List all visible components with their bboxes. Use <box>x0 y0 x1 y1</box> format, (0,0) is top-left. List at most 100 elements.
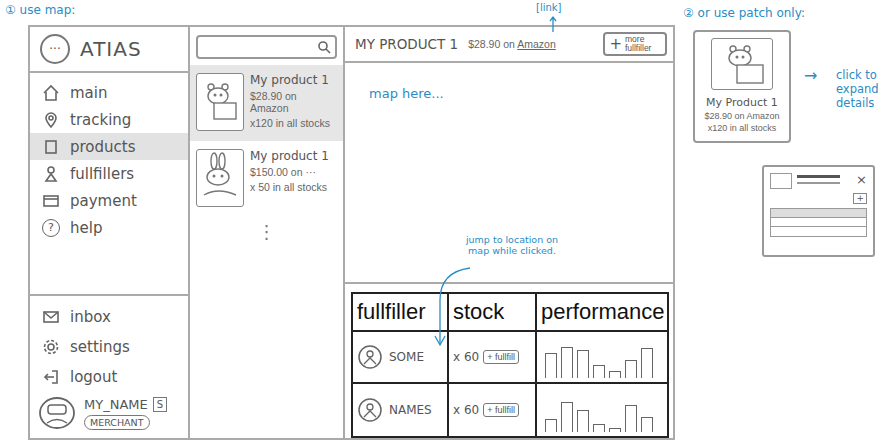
sidebar: ···ATIAS main tracking products fullfillers p… <box>30 27 190 438</box>
fullfiller-avatar-icon <box>357 397 383 423</box>
user-name: MY_NAME <box>84 397 148 412</box>
stock-cell: x 60 + fullfill <box>449 332 537 384</box>
product-stock: x120 in all stocks <box>250 117 337 129</box>
fullfill-button[interactable]: + fullfill <box>483 350 519 364</box>
column-header: performance <box>537 294 669 332</box>
search-icon[interactable] <box>317 40 331 54</box>
more-products: ⋮ <box>190 217 343 242</box>
mail-icon <box>42 308 60 326</box>
performance-chart <box>537 384 669 436</box>
user-info: MY_NAME SMERCHANT <box>84 397 167 430</box>
popup-table-row <box>771 209 866 218</box>
popup-header: × <box>770 173 867 189</box>
popup-image <box>770 173 792 189</box>
detail-header: MY PRODUCT 1$28.90 on Amazon+more fullfi… <box>345 27 673 63</box>
sidebar-item[interactable]: products <box>30 133 188 160</box>
sidebar-item[interactable]: main <box>30 79 188 106</box>
user-name-row: MY_NAME S <box>84 397 167 412</box>
patch-stock: x120 in all stocks <box>708 123 777 133</box>
sidebar-item-label: tracking <box>70 111 131 129</box>
sidebar-item-label: logout <box>70 368 117 386</box>
fullfiller-cell[interactable]: SOME <box>353 332 449 384</box>
fullfiller-cell[interactable]: NAMES <box>353 384 449 436</box>
sidebar-item[interactable]: ? help <box>30 214 188 241</box>
performance-bar <box>609 371 621 378</box>
search-field[interactable] <box>196 35 337 59</box>
product-stock: x 50 in all stocks <box>250 181 329 193</box>
fullfiller-name: SOME <box>389 350 424 364</box>
logo[interactable]: ···ATIAS <box>30 27 188 73</box>
help-icon: ? <box>42 219 60 237</box>
sidebar-item[interactable]: payment <box>30 187 188 214</box>
popup-add-row: + <box>770 193 867 204</box>
popup-line <box>797 175 840 178</box>
performance-bar <box>577 350 589 378</box>
sidebar-item[interactable]: settings <box>30 332 188 362</box>
user-badge: S <box>153 397 167 412</box>
product-detail: MY PRODUCT 1$28.90 on Amazon+more fullfi… <box>345 27 673 438</box>
fullfiller-name: NAMES <box>389 403 432 417</box>
product-price: $150.00 on ··· <box>250 166 329 178</box>
product-card[interactable]: My product 1$150.00 on ···x 50 in all st… <box>190 141 343 217</box>
home-icon <box>42 84 60 102</box>
detail-title: MY PRODUCT 1 <box>355 36 458 52</box>
app-frame: ···ATIAS main tracking products fullfillers p… <box>28 25 675 440</box>
patch-price: $28.90 on Amazon <box>704 111 779 121</box>
logout-icon <box>42 368 60 386</box>
plus-icon: + <box>609 37 622 52</box>
sidebar-item[interactable]: tracking <box>30 106 188 133</box>
user-profile[interactable]: MY_NAME SMERCHANT <box>30 392 188 434</box>
person-icon <box>42 165 60 183</box>
performance-bar <box>641 417 653 432</box>
add-fullfiller-label: more fullfiller <box>625 35 661 53</box>
use-map-note: ① use map: <box>5 3 75 17</box>
stock-cell: x 60 + fullfill <box>449 384 537 436</box>
fullfiller-table: fullfillerstockperformanceSOMEx 60+ full… <box>351 292 669 438</box>
performance-bar <box>625 360 637 378</box>
product-card[interactable]: My product 1 $28.90 on Amazon x120 in all … <box>190 65 343 141</box>
patch-card[interactable]: My Product 1$28.90 on Amazonx120 in all … <box>693 30 791 143</box>
sidebar-item[interactable]: logout <box>30 362 188 392</box>
performance-bar <box>593 424 605 432</box>
product-price: $28.90 on Amazon <box>250 90 337 114</box>
stock-count: x 60 <box>453 350 479 364</box>
expand-hint-note: click to expand details <box>836 68 884 110</box>
fullfiller-table-section: fullfillerstockperformanceSOMEx 60+ full… <box>345 282 673 438</box>
popup-summary <box>797 173 851 184</box>
performance-bar <box>545 419 557 432</box>
product-title: My product 1 <box>250 73 337 87</box>
product-list: My product 1 $28.90 on Amazon x120 in all … <box>190 27 345 438</box>
search-input[interactable] <box>202 40 315 54</box>
box-icon <box>42 138 60 156</box>
performance-bar <box>545 353 557 378</box>
sidebar-item[interactable]: inbox <box>30 302 188 332</box>
popup-table <box>770 208 867 237</box>
bunny-icon <box>198 151 242 205</box>
column-header: stock <box>449 294 537 332</box>
bear-icon <box>715 41 769 87</box>
add-fullfiller-button[interactable]: +more fullfiller <box>603 32 667 56</box>
fullfill-button[interactable]: + fullfill <box>483 403 519 417</box>
store-link[interactable]: Amazon <box>517 38 556 50</box>
expand-arrow: → <box>804 66 817 85</box>
popup-add-button[interactable]: + <box>853 193 867 204</box>
performance-bar <box>577 410 589 432</box>
logo-icon: ··· <box>40 34 70 64</box>
link-arrow-icon <box>548 15 558 33</box>
user-role: MERCHANT <box>84 415 150 430</box>
jump-hint-note: jump to location on map while clicked. <box>458 234 566 256</box>
sidebar-item-label: help <box>70 219 102 237</box>
performance-bar <box>625 405 637 432</box>
sidebar-item[interactable]: fullfillers <box>30 160 188 187</box>
close-button[interactable]: × <box>856 173 867 186</box>
details-popup: ×+ <box>762 165 875 257</box>
performance-bar <box>641 348 653 378</box>
stock-count: x 60 <box>453 403 479 417</box>
product-thumbnail <box>196 149 244 207</box>
sidebar-item-label: fullfillers <box>70 165 134 183</box>
fullfiller-avatar-icon <box>357 344 383 370</box>
user-avatar-icon <box>38 396 76 430</box>
sidebar-nav: main tracking products fullfillers payment? h… <box>30 73 188 241</box>
sidebar-item-label: main <box>70 84 107 102</box>
sidebar-item-label: products <box>70 138 136 156</box>
